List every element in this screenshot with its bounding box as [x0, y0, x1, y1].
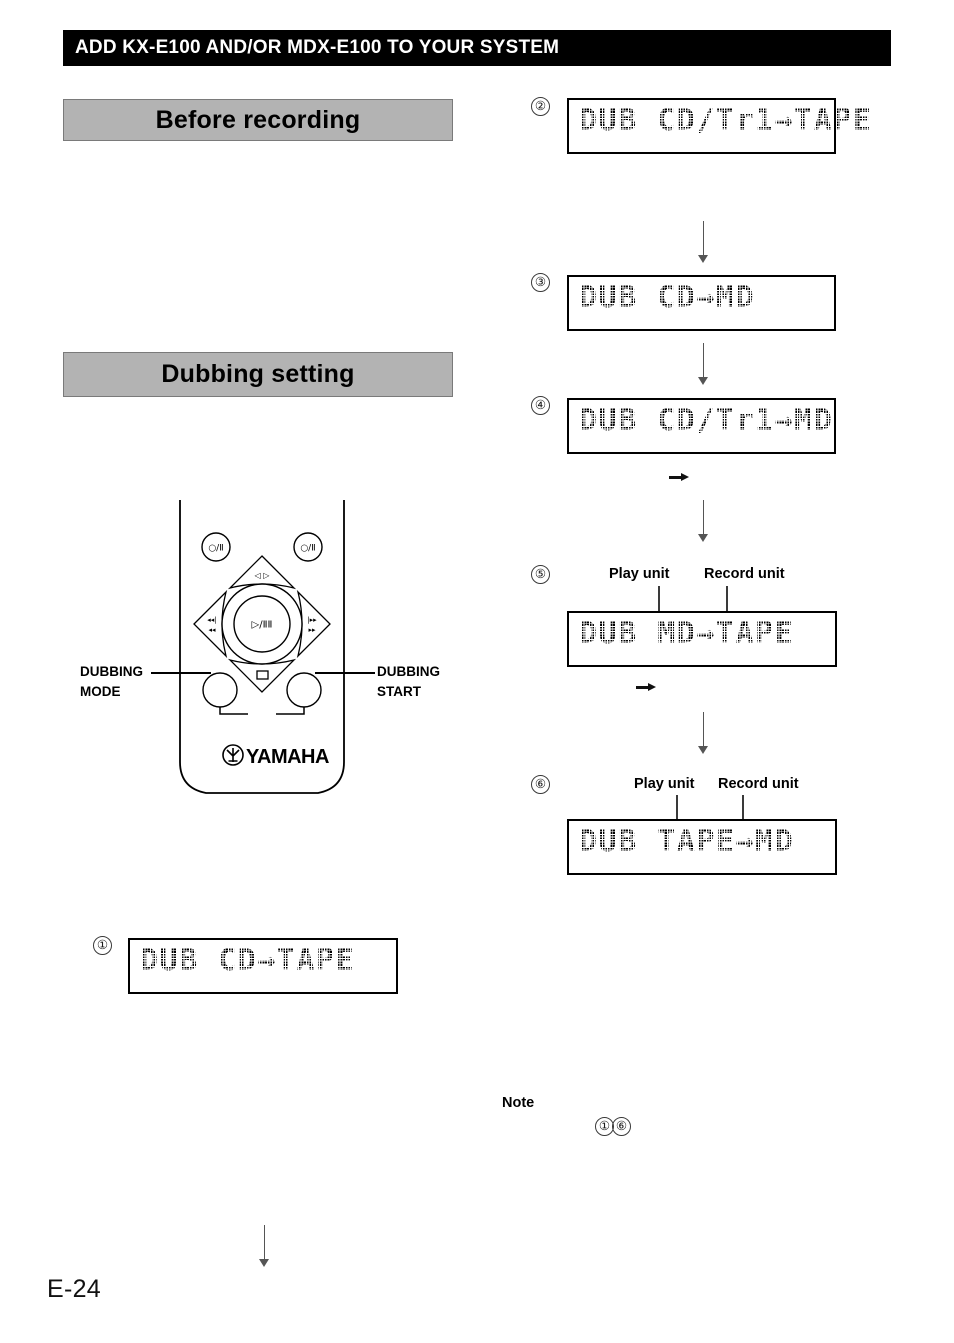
- dubbing-start-callout-line2: START: [377, 684, 421, 699]
- section-heading-dubbing-setting: Dubbing setting: [63, 352, 453, 397]
- flow-arrow-head: [698, 255, 708, 263]
- flow-arrow-5-to-6: [698, 712, 709, 754]
- fast-rewind-icon: ◂◂: [208, 626, 216, 634]
- play-unit-label-6: Play unit: [634, 776, 695, 792]
- flow-arrow-head: [259, 1259, 269, 1267]
- lcd-display-5-text: DUB MD→TAPE: [568, 613, 805, 655]
- lcd-display-5: DUB MD→TAPE: [567, 611, 837, 667]
- stop-icon: [256, 670, 269, 680]
- flow-arrow-head: [698, 377, 708, 385]
- remote-control-illustration: ○/Ⅱ ○/Ⅱ ▷/ⅡⅡ ◁ ▷ ◂◂| ◂◂ |▸▸ ▸▸ YAMAHA: [179, 500, 345, 794]
- power-button-left-icon: ○/Ⅱ: [208, 544, 223, 554]
- step-number-5: ⑤: [531, 565, 550, 584]
- lcd-display-6-text: DUB TAPE→MD: [568, 821, 805, 863]
- page-header-title: ADD KX-E100 AND/OR MDX-E100 TO YOUR SYST…: [75, 37, 560, 58]
- step-number-3: ③: [531, 273, 550, 292]
- dubbing-start-callout-line: [315, 672, 375, 674]
- manual-page: ADD KX-E100 AND/OR MDX-E100 TO YOUR SYST…: [0, 0, 954, 1343]
- section-heading-label: Before recording: [155, 105, 361, 134]
- flow-arrow-head: [698, 746, 708, 754]
- section-heading-before-recording: Before recording: [63, 99, 453, 141]
- lcd-display-4: DUB CD/Tr1→MD: [567, 398, 844, 454]
- flow-arrow-3-to-4: [698, 343, 709, 385]
- play-unit-label-5: Play unit: [609, 566, 670, 582]
- skip-forward-icon: |▸▸: [307, 616, 317, 624]
- dubbing-mode-callout-line2: MODE: [80, 684, 121, 699]
- lcd-display-3: DUB CD→MD: [567, 275, 836, 331]
- lcd-display-1: DUB CD→TAPE: [128, 938, 398, 994]
- page-number: E-24: [47, 1275, 102, 1303]
- dubbing-mode-callout: DUBBING MODE: [80, 662, 143, 702]
- flow-arrow-continue: [259, 1225, 270, 1267]
- note-ref-2: ⑥: [612, 1117, 631, 1136]
- flow-arrow-shaft: [703, 221, 705, 256]
- dubbing-mode-callout-line: [151, 672, 211, 674]
- yamaha-wordmark: YAMAHA: [246, 746, 329, 768]
- inline-right-arrow-head: [681, 473, 689, 481]
- lcd-display-3-text: DUB CD→MD: [568, 277, 766, 319]
- record-unit-label-5: Record unit: [704, 566, 785, 582]
- rewind-icon: ◂◂|: [207, 616, 216, 624]
- section-heading-label: Dubbing setting: [161, 360, 355, 388]
- dpad-up-icon: ◁ ▷: [254, 571, 271, 580]
- lcd-display-2: DUB CD/Tr1→TAPE: [567, 98, 883, 154]
- lcd-display-6: DUB TAPE→MD: [567, 819, 837, 875]
- play-pause-icon: ▷/ⅡⅡ: [252, 620, 273, 631]
- inline-right-arrow-2: [636, 683, 656, 692]
- step-number-6: ⑥: [531, 775, 550, 794]
- inline-right-arrow-1: [669, 473, 689, 482]
- flow-arrow-shaft: [703, 712, 705, 747]
- power-button-right-icon: ○/Ⅱ: [300, 544, 315, 554]
- flow-arrow-2-to-3: [698, 221, 709, 263]
- fast-forward-icon: ▸▸: [308, 626, 316, 634]
- flow-arrow-shaft: [264, 1225, 266, 1260]
- dubbing-mode-button: [202, 672, 238, 708]
- page-header-band: ADD KX-E100 AND/OR MDX-E100 TO YOUR SYST…: [63, 30, 891, 66]
- record-unit-label-6: Record unit: [718, 776, 799, 792]
- lcd-display-2-text: DUB CD/Tr1→TAPE: [568, 100, 883, 142]
- step-number-1: ①: [93, 936, 112, 955]
- flow-arrow-shaft: [703, 343, 705, 378]
- dubbing-start-button: [286, 672, 322, 708]
- inline-right-arrow-head: [648, 683, 656, 691]
- flow-arrow-4-to-5: [698, 500, 709, 542]
- dubbing-start-callout: DUBBING START: [377, 662, 440, 702]
- lcd-display-4-text: DUB CD/Tr1→MD: [568, 400, 844, 442]
- dubbing-mode-callout-line1: DUBBING: [80, 664, 143, 679]
- step-number-4: ④: [531, 396, 550, 415]
- lcd-display-1-text: DUB CD→TAPE: [129, 940, 366, 982]
- flow-arrow-shaft: [703, 500, 705, 535]
- dubbing-start-callout-line1: DUBBING: [377, 664, 440, 679]
- flow-arrow-head: [698, 534, 708, 542]
- step-number-2: ②: [531, 97, 550, 116]
- note-label: Note: [502, 1095, 535, 1111]
